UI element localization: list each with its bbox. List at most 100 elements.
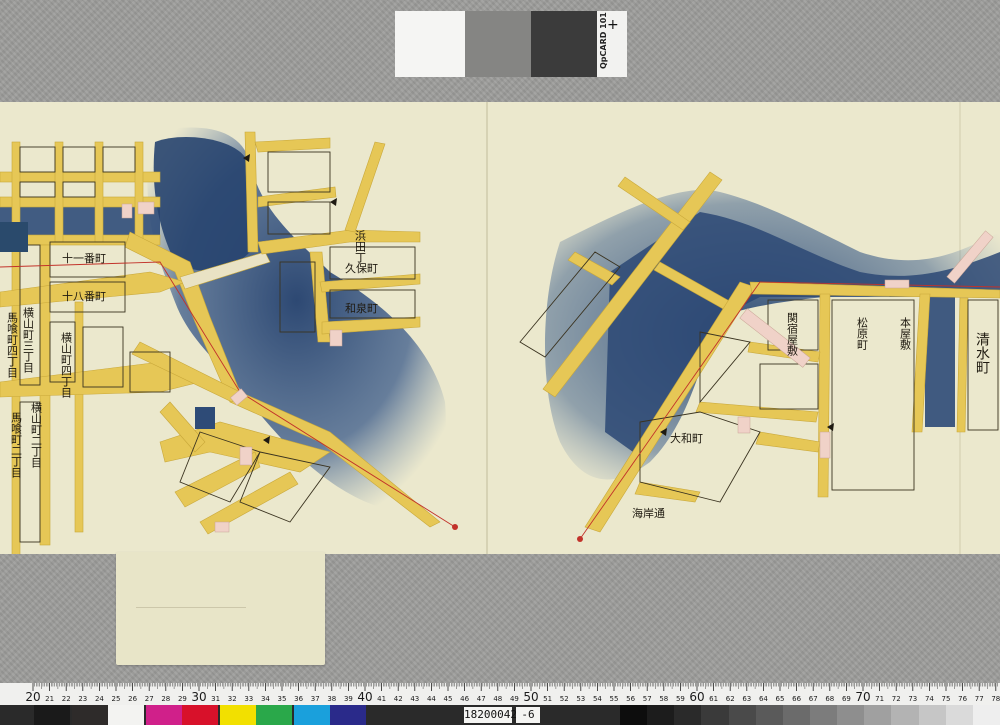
ruler-label: 53 (576, 695, 585, 703)
paper-flap (116, 552, 325, 665)
gray-step-patch (837, 705, 865, 725)
color-patch (294, 705, 330, 725)
ruler-label: 20 (25, 690, 40, 704)
color-patch (108, 705, 144, 725)
label-right-a: 清水町 (974, 332, 990, 374)
label-right-d: 関宿屋敷 (786, 312, 799, 357)
gray-card: + QpCARD 101 (395, 11, 627, 77)
label-left-g: 十八番町 (62, 289, 106, 303)
ruler-label: 30 (191, 690, 206, 704)
color-patch (330, 705, 366, 725)
ruler-label: 27 (145, 695, 154, 703)
ruler-label: 69 (842, 695, 851, 703)
label-mid-b: 久保町 (345, 261, 378, 275)
gray-step-patch (674, 705, 702, 725)
label-left-b: 馬喰町四丁目 (6, 312, 19, 378)
ruler-label: 72 (892, 695, 901, 703)
color-chart: 18200042 -6 (0, 705, 1000, 725)
gray-step-patch (891, 705, 920, 725)
survey-marker-right (577, 536, 583, 542)
color-patch (220, 705, 256, 725)
ruler-label: 24 (95, 695, 104, 703)
gray-step-patch (918, 705, 947, 725)
water-right-river (925, 297, 955, 427)
gray-step-patch (728, 705, 757, 725)
ruler-label: 56 (626, 695, 635, 703)
ruler-label: 51 (543, 695, 552, 703)
ruler-label: 28 (161, 695, 170, 703)
gray-step-patch (864, 705, 892, 725)
gray-step-patch (972, 705, 1000, 725)
ruler-label: 73 (908, 695, 917, 703)
water-left-edge (0, 222, 28, 252)
gray-step-patch (701, 705, 730, 725)
ruler-label: 48 (493, 695, 502, 703)
ruler-label: 39 (344, 695, 353, 703)
ruler-label: 22 (62, 695, 71, 703)
gray-step-patch (782, 705, 811, 725)
gray-swatch-dark (531, 11, 597, 77)
ruler-label: 55 (610, 695, 619, 703)
color-patch (72, 705, 108, 725)
ruler-label: 64 (759, 695, 768, 703)
color-patch (34, 705, 70, 725)
ruler-label: 62 (726, 695, 735, 703)
ruler-label: 66 (792, 695, 801, 703)
ruler-label: 54 (593, 695, 602, 703)
label-mid-c: 和泉町 (345, 301, 378, 315)
color-patch (182, 705, 218, 725)
ruler-label: 58 (659, 695, 668, 703)
gray-step-patch (620, 705, 648, 725)
ruler-label: 65 (776, 695, 785, 703)
ruler-label: 71 (875, 695, 884, 703)
water-mid-pond (195, 407, 215, 429)
ruler-label: 38 (327, 695, 336, 703)
label-mid-a: 浜田丁 (354, 230, 367, 263)
gray-step-patch (647, 705, 675, 725)
ruler-label: 45 (444, 695, 453, 703)
ruler-label: 42 (394, 695, 403, 703)
ruler-label: 57 (643, 695, 652, 703)
map-sheet: 横山町三丁目 馬喰町四丁目 横山町二丁目 馬喰町二丁目 横山町四丁目 十一番町 … (0, 102, 1000, 554)
ruler-label: 41 (377, 695, 386, 703)
gray-swatch-mid (465, 11, 531, 77)
ruler-label: 47 (477, 695, 486, 703)
ruler-label: 77 (975, 695, 984, 703)
gray-step-patch (810, 705, 838, 725)
gray-swatch-white (395, 11, 465, 77)
ruler-label: 26 (128, 695, 137, 703)
ruler-label: 35 (278, 695, 287, 703)
ruler-label: 40 (357, 690, 372, 704)
ruler-label: 49 (510, 695, 519, 703)
label-right-b: 本屋敷 (899, 316, 912, 351)
ruler-label: 31 (211, 695, 220, 703)
card-brand: QpCARD 101 (599, 12, 608, 69)
ruler-label: 76 (958, 695, 967, 703)
label-left-f: 十一番町 (62, 251, 106, 265)
ruler-label: 34 (261, 695, 270, 703)
label-left-e: 横山町四丁目 (60, 331, 73, 398)
ruler-label: 21 (45, 695, 54, 703)
ruler-label: 75 (942, 695, 951, 703)
ruler-label: 70 (855, 690, 870, 704)
crosshair-icon: + (607, 17, 619, 33)
ruler-label: 74 (925, 695, 934, 703)
ruler-label: 46 (460, 695, 469, 703)
ruler-label: 36 (294, 695, 303, 703)
label-left-d: 馬喰町二丁目 (10, 412, 23, 478)
ruler-label: 33 (244, 695, 253, 703)
chart-suffix-label: -6 (516, 707, 540, 723)
label-left-a: 横山町三丁目 (22, 306, 35, 373)
gray-step-patch (755, 705, 784, 725)
ruler-label: 63 (742, 695, 751, 703)
label-left-c: 横山町二丁目 (30, 401, 43, 468)
label-right-f: 海岸通 (632, 506, 665, 520)
ruler-label: 25 (112, 695, 121, 703)
ruler-label: 78 (991, 695, 1000, 703)
color-patch (146, 705, 182, 725)
ruler-label: 67 (809, 695, 818, 703)
chart-id-label: 18200042 (464, 707, 517, 723)
color-patch (256, 705, 292, 725)
ruler-label: 60 (689, 690, 704, 704)
ruler-label: 61 (709, 695, 718, 703)
